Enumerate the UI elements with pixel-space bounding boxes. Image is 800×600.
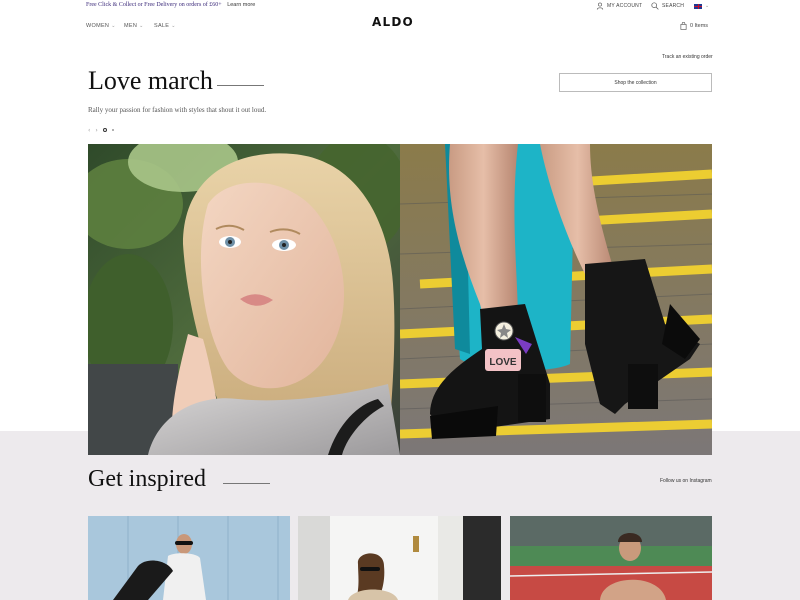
inspiration-tile[interactable] xyxy=(88,516,290,600)
inspiration-tile[interactable] xyxy=(298,516,501,600)
carousel-dot-1[interactable] xyxy=(102,128,107,132)
carousel-dot-2[interactable] xyxy=(111,129,114,131)
hero-subtitle: Rally your passion for fashion with styl… xyxy=(88,106,267,114)
patch-text: LOVE xyxy=(489,357,517,368)
chevron-right-icon[interactable]: › xyxy=(95,127,97,134)
track-order-link[interactable]: Track an existing order xyxy=(662,54,713,60)
my-account-label: MY ACCOUNT xyxy=(607,3,643,9)
carousel-controls: ‹ › xyxy=(88,126,114,134)
chevron-down-icon: ⌄ xyxy=(111,23,116,29)
shopping-bag-icon xyxy=(680,22,687,30)
nav-label-men: MEN xyxy=(124,23,138,29)
learn-more-link[interactable]: Learn more xyxy=(227,2,255,8)
search-icon xyxy=(651,2,659,10)
uk-flag-icon xyxy=(694,3,702,9)
chevron-down-icon: ⌄ xyxy=(139,23,144,29)
brand-logo[interactable]: ALDO xyxy=(372,15,414,29)
chevron-left-icon[interactable]: ‹ xyxy=(88,127,90,134)
nav-item-men[interactable]: MEN ⌄ xyxy=(124,21,144,31)
promo-text: Free Click & Collect or Free Delivery on… xyxy=(86,2,222,8)
nav-item-women[interactable]: WOMEN ⌄ xyxy=(86,21,116,31)
my-account-link[interactable]: MY ACCOUNT xyxy=(596,1,642,11)
nav-label-sale: SALE xyxy=(154,23,170,29)
cart-label: 0 Items xyxy=(690,23,709,29)
title-divider xyxy=(223,483,270,484)
promo-banner: Free Click & Collect or Free Delivery on… xyxy=(86,2,255,8)
nav-label-women: WOMEN xyxy=(86,23,110,29)
chevron-down-icon: ⌄ xyxy=(171,23,176,29)
instagram-link[interactable]: Follow us on Instagram xyxy=(660,478,712,484)
inspired-title: Get inspired xyxy=(88,466,206,492)
title-divider xyxy=(217,85,264,86)
hero-title: Love march xyxy=(88,66,213,95)
search-label: SEARCH xyxy=(662,3,685,9)
inspiration-tile[interactable] xyxy=(510,516,712,600)
country-selector[interactable]: ⌄ xyxy=(694,1,709,11)
nav-item-sale[interactable]: SALE ⌄ xyxy=(154,21,176,31)
hero-image-woman-portrait[interactable] xyxy=(88,144,400,455)
shop-collection-button[interactable]: Shop the collection xyxy=(559,73,712,92)
hero-image-boots[interactable]: LOVE xyxy=(400,144,712,455)
user-icon xyxy=(596,2,604,10)
top-bar: Free Click & Collect or Free Delivery on… xyxy=(0,0,800,12)
chevron-down-icon: ⌄ xyxy=(705,3,710,9)
search-link[interactable]: SEARCH xyxy=(651,1,684,11)
cart-link[interactable]: 0 Items xyxy=(680,22,708,30)
